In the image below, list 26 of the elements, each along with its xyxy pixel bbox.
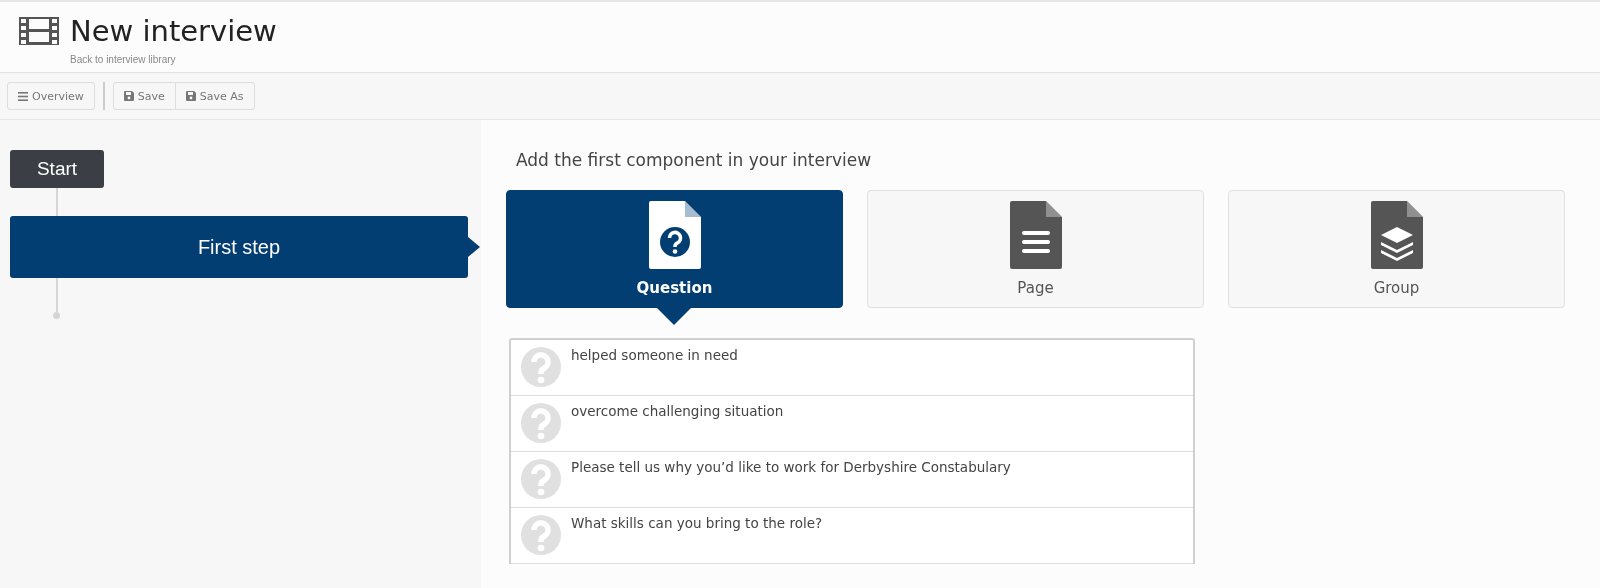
component-card[interactable]: Page [867, 190, 1204, 308]
menu-icon [18, 91, 28, 101]
question-mark-icon [521, 515, 561, 555]
question-text[interactable]: overcome challenging situation [571, 403, 784, 444]
floppy-icon [185, 91, 196, 101]
question-mark-icon [521, 347, 561, 387]
film-icon [18, 16, 60, 46]
layers-file-icon [1370, 201, 1423, 269]
question-text[interactable]: What skills can you bring to the role? [571, 515, 823, 556]
toolbar-button[interactable]: Overview [7, 82, 95, 110]
question-file-icon [648, 201, 701, 269]
toolbar-button[interactable]: Save As [174, 82, 255, 110]
question-text[interactable]: helped someone in need [571, 347, 738, 388]
document-icon [1009, 201, 1062, 269]
toolbar-button[interactable]: Save [112, 82, 176, 110]
prompt-heading: Add the first component in your interview [516, 150, 873, 170]
question-mark-icon [521, 459, 561, 499]
component-card[interactable]: Group [1228, 190, 1565, 308]
component-card[interactable]: Question [506, 190, 843, 308]
floppy-icon [123, 91, 134, 101]
back-link[interactable]: Back to interview library [70, 54, 176, 65]
question-mark-icon [521, 403, 561, 443]
question-text[interactable]: Please tell us why you’d like to work for Derbyshire Constabulary [571, 459, 1011, 500]
start-node[interactable]: Start [10, 150, 104, 188]
page-title: New interview [70, 14, 277, 48]
step-node[interactable]: First step [10, 216, 468, 278]
